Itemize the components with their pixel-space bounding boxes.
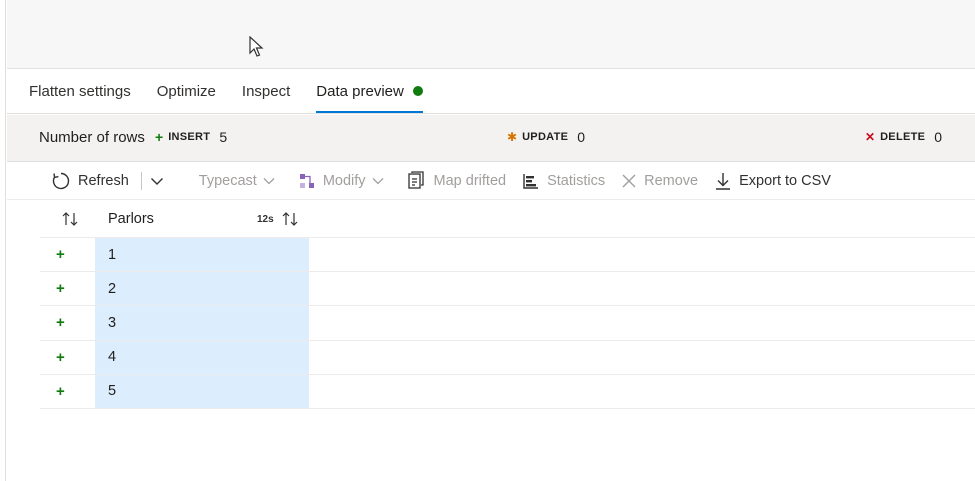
asterisk-icon: ✱ <box>507 130 518 144</box>
canvas-area[interactable] <box>7 0 975 69</box>
left-frame-border <box>0 0 6 481</box>
row-summary: Number of rows + INSERT 5 ✱ UPDATE 0 ✕ D… <box>7 115 975 162</box>
modify-icon <box>299 174 314 188</box>
insert-label: INSERT <box>168 131 211 143</box>
statistics-icon <box>523 174 539 189</box>
remove-button[interactable]: Remove <box>621 173 698 189</box>
column-type-badge: 12s <box>257 214 274 225</box>
plus-icon: + <box>155 129 164 145</box>
sort-icon[interactable] <box>282 212 298 226</box>
data-grid: Parlors 12s + 1 + 2 + 3 + 4 + 5 <box>40 201 975 409</box>
map-drifted-label: Map drifted <box>433 173 507 189</box>
insert-marker: + <box>56 348 65 366</box>
tab-label: Data preview <box>316 82 404 100</box>
table-cell[interactable]: 2 <box>95 272 309 306</box>
refresh-label: Refresh <box>78 173 129 189</box>
update-label: UPDATE <box>522 131 569 143</box>
toolbar-separator <box>140 172 142 190</box>
insert-marker: + <box>56 246 65 263</box>
table-cell[interactable]: 4 <box>95 340 309 374</box>
insert-marker: + <box>56 280 65 298</box>
table-row[interactable]: + 5 <box>40 374 975 409</box>
tab-flatten-settings[interactable]: Flatten settings <box>29 69 131 113</box>
table-cell[interactable]: 3 <box>95 306 309 340</box>
typecast-label: Typecast <box>198 173 257 189</box>
delete-stat: ✕ DELETE 0 <box>865 129 942 145</box>
export-csv-label: Export to CSV <box>739 173 831 189</box>
modify-label: Modify <box>322 173 366 189</box>
cell-value: 4 <box>108 349 117 366</box>
chevron-down-icon <box>263 178 275 185</box>
tab-label: Flatten settings <box>29 82 131 100</box>
tab-optimize[interactable]: Optimize <box>157 69 216 113</box>
column-header-parlors[interactable]: Parlors <box>108 211 154 227</box>
refresh-options-button[interactable] <box>150 174 171 188</box>
cell-value: 3 <box>108 314 117 331</box>
refresh-icon <box>52 172 70 190</box>
table-row[interactable]: + 2 <box>40 272 975 307</box>
status-dot <box>412 86 423 96</box>
delete-count: 0 <box>934 129 943 145</box>
table-cell[interactable]: 5 <box>95 374 309 408</box>
tab-data-preview[interactable]: Data preview <box>316 69 423 113</box>
tab-bar: Flatten settings Optimize Inspect Data p… <box>7 70 975 114</box>
remove-label: Remove <box>644 173 699 189</box>
table-row[interactable]: + 1 <box>40 238 975 273</box>
table-cell[interactable]: 1 <box>95 238 309 272</box>
table-row[interactable]: + 3 <box>40 306 975 341</box>
update-stat: ✱ UPDATE 0 <box>507 129 585 145</box>
insert-count: 5 <box>219 129 228 145</box>
insert-marker: + <box>56 382 65 400</box>
grid-header: Parlors 12s <box>40 201 975 238</box>
tab-label: Inspect <box>241 82 291 100</box>
delete-label: DELETE <box>880 131 926 143</box>
modify-button[interactable]: Modify <box>298 172 391 190</box>
cell-value: 5 <box>108 383 117 400</box>
refresh-button[interactable]: Refresh <box>51 171 129 191</box>
x-icon: ✕ <box>865 130 876 144</box>
cursor-icon <box>249 36 264 57</box>
export-csv-button[interactable]: Export to CSV <box>714 171 831 191</box>
preview-toolbar: Refresh Typecast Modify Map drifted Stat… <box>7 163 975 200</box>
statistics-label: Statistics <box>547 173 606 189</box>
statistics-button[interactable]: Statistics <box>522 172 605 190</box>
map-drifted-button[interactable]: Map drifted <box>407 171 507 191</box>
tab-label: Optimize <box>156 82 216 100</box>
chevron-down-icon <box>372 178 383 185</box>
tab-inspect[interactable]: Inspect <box>242 69 290 113</box>
table-row[interactable]: + 4 <box>40 340 975 375</box>
typecast-button[interactable]: Typecast <box>199 173 282 189</box>
map-drifted-icon <box>407 171 424 189</box>
chevron-down-icon <box>150 178 163 185</box>
remove-icon <box>622 174 636 188</box>
rows-label: Number of rows <box>39 129 145 146</box>
update-count: 0 <box>577 129 586 145</box>
sort-icon[interactable] <box>62 212 78 226</box>
download-icon <box>716 173 731 190</box>
cell-value: 1 <box>108 246 117 263</box>
cell-value: 2 <box>108 280 117 297</box>
insert-marker: + <box>56 314 65 332</box>
insert-stat: + INSERT 5 <box>155 129 227 145</box>
